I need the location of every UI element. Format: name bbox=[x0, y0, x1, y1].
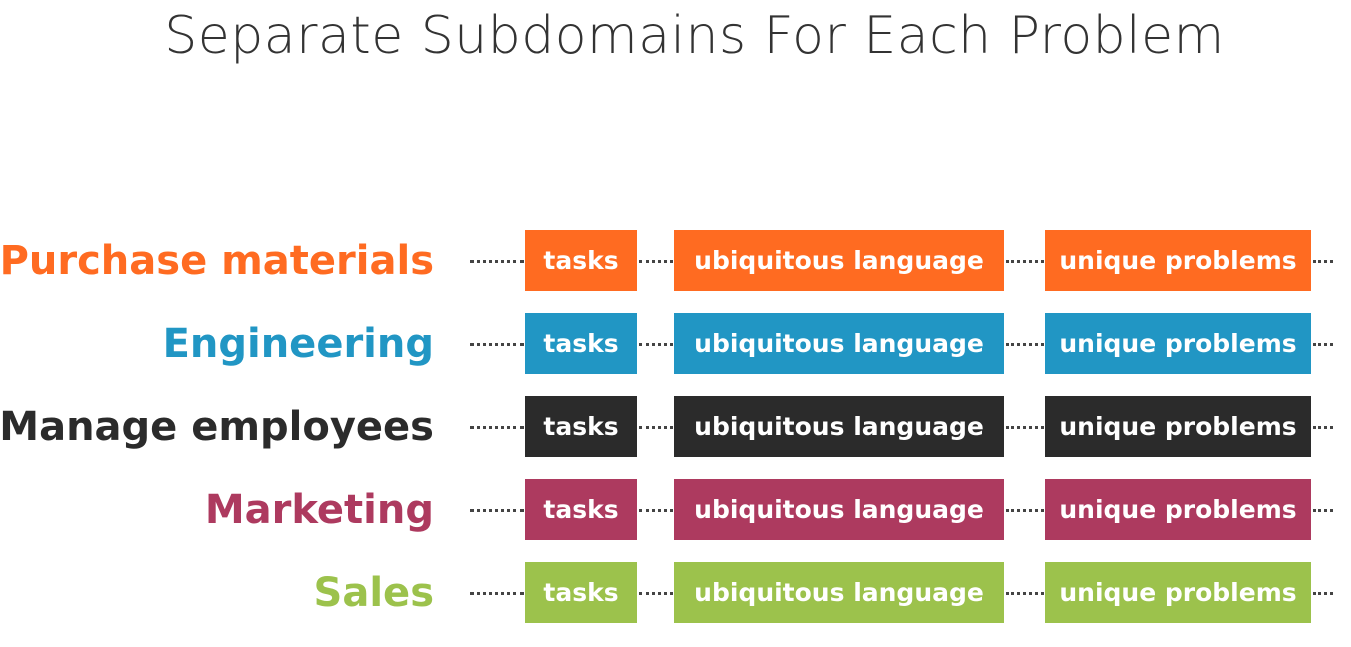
tasks-box: tasks bbox=[525, 230, 637, 291]
connector-line bbox=[1006, 260, 1044, 263]
subdomain-label: Engineering bbox=[162, 321, 434, 367]
connector-line bbox=[639, 260, 673, 263]
connector-line bbox=[1313, 426, 1333, 429]
subdomain-row: Manage employees tasks ubiquitous langua… bbox=[0, 396, 1351, 458]
connector-line bbox=[1006, 426, 1044, 429]
subdomain-row: Sales tasks ubiquitous language unique p… bbox=[0, 562, 1351, 624]
connector-line bbox=[470, 260, 524, 263]
connector-line bbox=[470, 426, 524, 429]
connector-line bbox=[1313, 592, 1333, 595]
tasks-box: tasks bbox=[525, 479, 637, 540]
connector-line bbox=[639, 343, 673, 346]
connector-line bbox=[1006, 509, 1044, 512]
connector-line bbox=[639, 426, 673, 429]
unique-problems-box: unique problems bbox=[1045, 396, 1311, 457]
subdomain-label: Marketing bbox=[204, 487, 434, 533]
ubiquitous-language-box: ubiquitous language bbox=[674, 396, 1004, 457]
tasks-box: tasks bbox=[525, 396, 637, 457]
subdomain-label: Purchase materials bbox=[0, 238, 434, 284]
subdomain-label: Sales bbox=[313, 570, 434, 616]
ubiquitous-language-box: ubiquitous language bbox=[674, 230, 1004, 291]
ubiquitous-language-box: ubiquitous language bbox=[674, 313, 1004, 374]
connector-line bbox=[639, 509, 673, 512]
subdomain-label: Manage employees bbox=[0, 404, 434, 450]
unique-problems-box: unique problems bbox=[1045, 562, 1311, 623]
connector-line bbox=[470, 509, 524, 512]
connector-line bbox=[470, 343, 524, 346]
connector-line bbox=[1313, 260, 1333, 263]
tasks-box: tasks bbox=[525, 313, 637, 374]
connector-line bbox=[639, 592, 673, 595]
connector-line bbox=[1313, 509, 1333, 512]
unique-problems-box: unique problems bbox=[1045, 230, 1311, 291]
tasks-box: tasks bbox=[525, 562, 637, 623]
unique-problems-box: unique problems bbox=[1045, 479, 1311, 540]
subdomain-rows: Purchase materials tasks ubiquitous lang… bbox=[0, 0, 1351, 647]
connector-line bbox=[1006, 343, 1044, 346]
connector-line bbox=[1006, 592, 1044, 595]
unique-problems-box: unique problems bbox=[1045, 313, 1311, 374]
subdomain-row: Marketing tasks ubiquitous language uniq… bbox=[0, 479, 1351, 541]
connector-line bbox=[1313, 343, 1333, 346]
ubiquitous-language-box: ubiquitous language bbox=[674, 562, 1004, 623]
connector-line bbox=[470, 592, 524, 595]
ubiquitous-language-box: ubiquitous language bbox=[674, 479, 1004, 540]
subdomain-row: Engineering tasks ubiquitous language un… bbox=[0, 313, 1351, 375]
subdomain-row: Purchase materials tasks ubiquitous lang… bbox=[0, 230, 1351, 292]
